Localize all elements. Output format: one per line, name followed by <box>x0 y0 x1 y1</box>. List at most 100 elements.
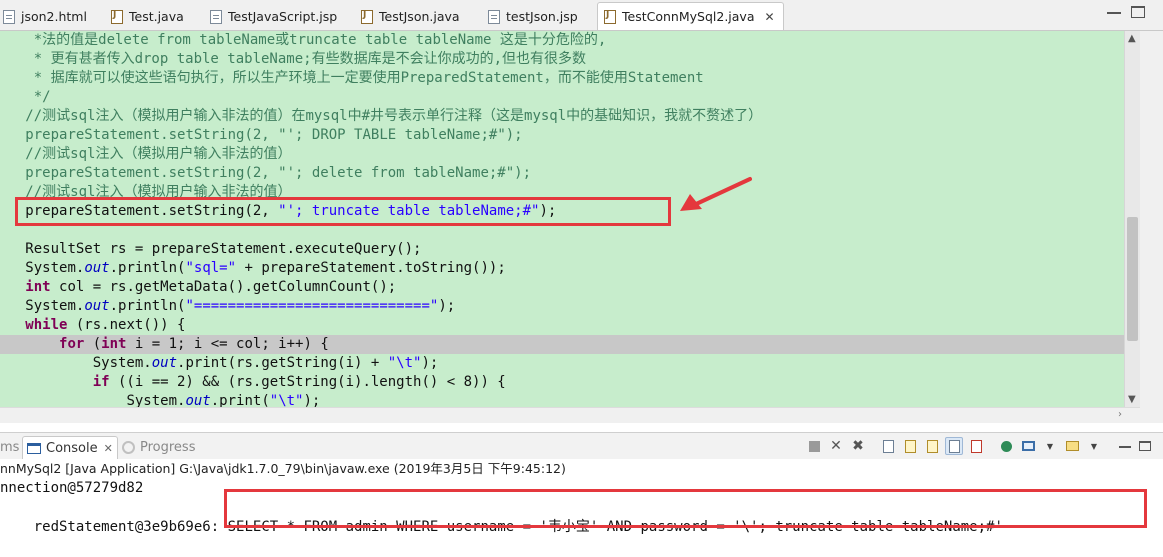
minimize-icon[interactable] <box>1119 441 1131 448</box>
code-line: */ <box>0 88 1124 107</box>
code-token: "\t" <box>387 355 422 371</box>
panel-window-controls <box>1119 441 1151 451</box>
tab-problems[interactable]: ms <box>0 436 19 458</box>
close-tab-icon[interactable]: ✕ <box>764 10 774 24</box>
maximize-icon[interactable] <box>1139 441 1151 451</box>
tab-json2-html[interactable]: json2.html <box>3 3 87 30</box>
open-console-dropdown-button[interactable]: ▼ <box>1085 437 1103 455</box>
remove-launch-button[interactable]: ✕ <box>827 437 845 455</box>
code-token: *法的值是delete from tableName或truncate tabl… <box>33 32 607 48</box>
minimize-icon[interactable] <box>1107 6 1121 14</box>
tab-label: Progress <box>140 439 196 455</box>
tab-label: TestJson.java <box>379 9 460 24</box>
code-token: System. <box>25 298 85 314</box>
remove-all-terminated-button[interactable]: ✖ <box>849 437 867 455</box>
code-token: System. <box>92 355 152 371</box>
display-selected-console-button[interactable] <box>1019 437 1037 455</box>
console-output[interactable]: nnMySql2 [Java Application] G:\Java\jdk1… <box>0 459 1163 554</box>
scroll-down-icon[interactable]: ▼ <box>1128 394 1136 405</box>
code-token: out <box>84 298 110 314</box>
code-line: System.out.print("\t"); <box>0 392 1124 407</box>
code-line: * 更有甚者传入drop table tableName;有些数据库是不会让你成… <box>0 50 1124 69</box>
code-token: .println( <box>109 298 186 314</box>
scroll-lock-icon <box>904 439 916 453</box>
java-file-icon <box>111 9 123 24</box>
code-line: //测试sql注入（模拟用户输入非法的值） <box>0 145 1124 164</box>
new-console-icon <box>1065 441 1079 451</box>
code-token: //测试sql注入（模拟用户输入非法的值）在mysql中#井号表示单行注释（这是… <box>25 108 763 124</box>
scroll-up-icon[interactable]: ▲ <box>1128 33 1136 44</box>
console-launch-header: nnMySql2 [Java Application] G:\Java\jdk1… <box>0 461 566 476</box>
word-wrap-button[interactable] <box>923 437 941 455</box>
tab-testjavascript-jsp[interactable]: TestJavaScript.jsp <box>210 3 337 30</box>
code-token: col = rs.getMetaData().getColumnCount(); <box>50 279 397 295</box>
code-line: System.out.println("sql=" + prepareState… <box>0 259 1124 278</box>
tab-label: TestConnMySql2.java <box>622 9 755 24</box>
jsp-file-icon <box>488 9 500 24</box>
code-token: "sql=" <box>185 260 237 276</box>
tab-progress[interactable]: Progress <box>122 436 195 458</box>
editor-vertical-scrollbar[interactable]: ▲ ▼ <box>1124 31 1140 407</box>
chevron-down-icon: ▼ <box>1090 441 1098 451</box>
display-dropdown-button[interactable]: ▼ <box>1041 437 1059 455</box>
tab-test-java[interactable]: Test.java <box>111 3 184 30</box>
show-console-icon <box>948 439 960 453</box>
code-token: ); <box>505 127 523 143</box>
code-line: prepareStatement.setString(2, "'; DROP T… <box>0 126 1124 145</box>
code-token: + prepareStatement.toString()); <box>236 260 506 276</box>
show-console-on-output-button[interactable] <box>945 437 963 455</box>
chevron-down-icon: ▼ <box>1046 441 1054 451</box>
code-line: *法的值是delete from tableName或truncate tabl… <box>0 31 1124 50</box>
code-token: "\t" <box>269 393 304 407</box>
red-arrow-icon <box>680 177 752 211</box>
code-token: prepareStatement.setString(2, "'; delete… <box>25 165 532 181</box>
scrollbar-thumb[interactable] <box>1127 217 1138 341</box>
code-token: int <box>101 336 127 352</box>
close-tab-icon[interactable]: ✕ <box>104 442 113 455</box>
code-token: ); <box>303 393 321 407</box>
code-token: .println( <box>109 260 186 276</box>
open-console-button[interactable] <box>1063 437 1081 455</box>
stop-icon <box>808 440 820 452</box>
pin-icon <box>1000 440 1012 452</box>
monitor-icon <box>1021 441 1035 451</box>
code-editor[interactable]: System.out.print("\t"); if ((i == 2) && … <box>0 31 1124 407</box>
tab-testjson-java[interactable]: TestJson.java <box>361 3 460 30</box>
code-token: ((i == 2) && (rs.getString(i).length() <… <box>109 374 506 390</box>
editor-horizontal-scrollbar[interactable]: › <box>0 407 1140 423</box>
pin-console-button[interactable] <box>997 437 1015 455</box>
html-file-icon <box>3 9 15 24</box>
tab-console[interactable]: Console ✕ <box>22 436 118 459</box>
terminate-button[interactable] <box>805 437 823 455</box>
code-line: ResultSet rs = prepareStatement.executeQ… <box>0 240 1124 259</box>
tab-testconnmysql2-java[interactable]: TestConnMySql2.java ✕ <box>597 2 784 30</box>
code-token: (rs.next()) { <box>67 317 186 333</box>
clear-console-button[interactable] <box>879 437 897 455</box>
sql-output-highlight-box <box>224 489 1147 528</box>
scroll-lock-button[interactable] <box>901 437 919 455</box>
code-token: ( <box>84 336 102 352</box>
overview-ruler <box>1140 31 1163 423</box>
tab-testjson-jsp[interactable]: testJson.jsp <box>488 3 578 30</box>
code-token: out <box>151 355 178 371</box>
code-token: while <box>25 317 68 333</box>
editor-tab-bar: json2.html Test.java TestJavaScript.jsp … <box>0 0 1163 31</box>
console-icon <box>27 442 41 454</box>
show-console-on-error-button[interactable] <box>967 437 985 455</box>
java-file-icon <box>361 9 373 24</box>
maximize-icon[interactable] <box>1131 6 1145 18</box>
scroll-right-icon[interactable]: › <box>1118 409 1122 420</box>
code-token: prepareStatement.setString(2, <box>25 127 279 143</box>
